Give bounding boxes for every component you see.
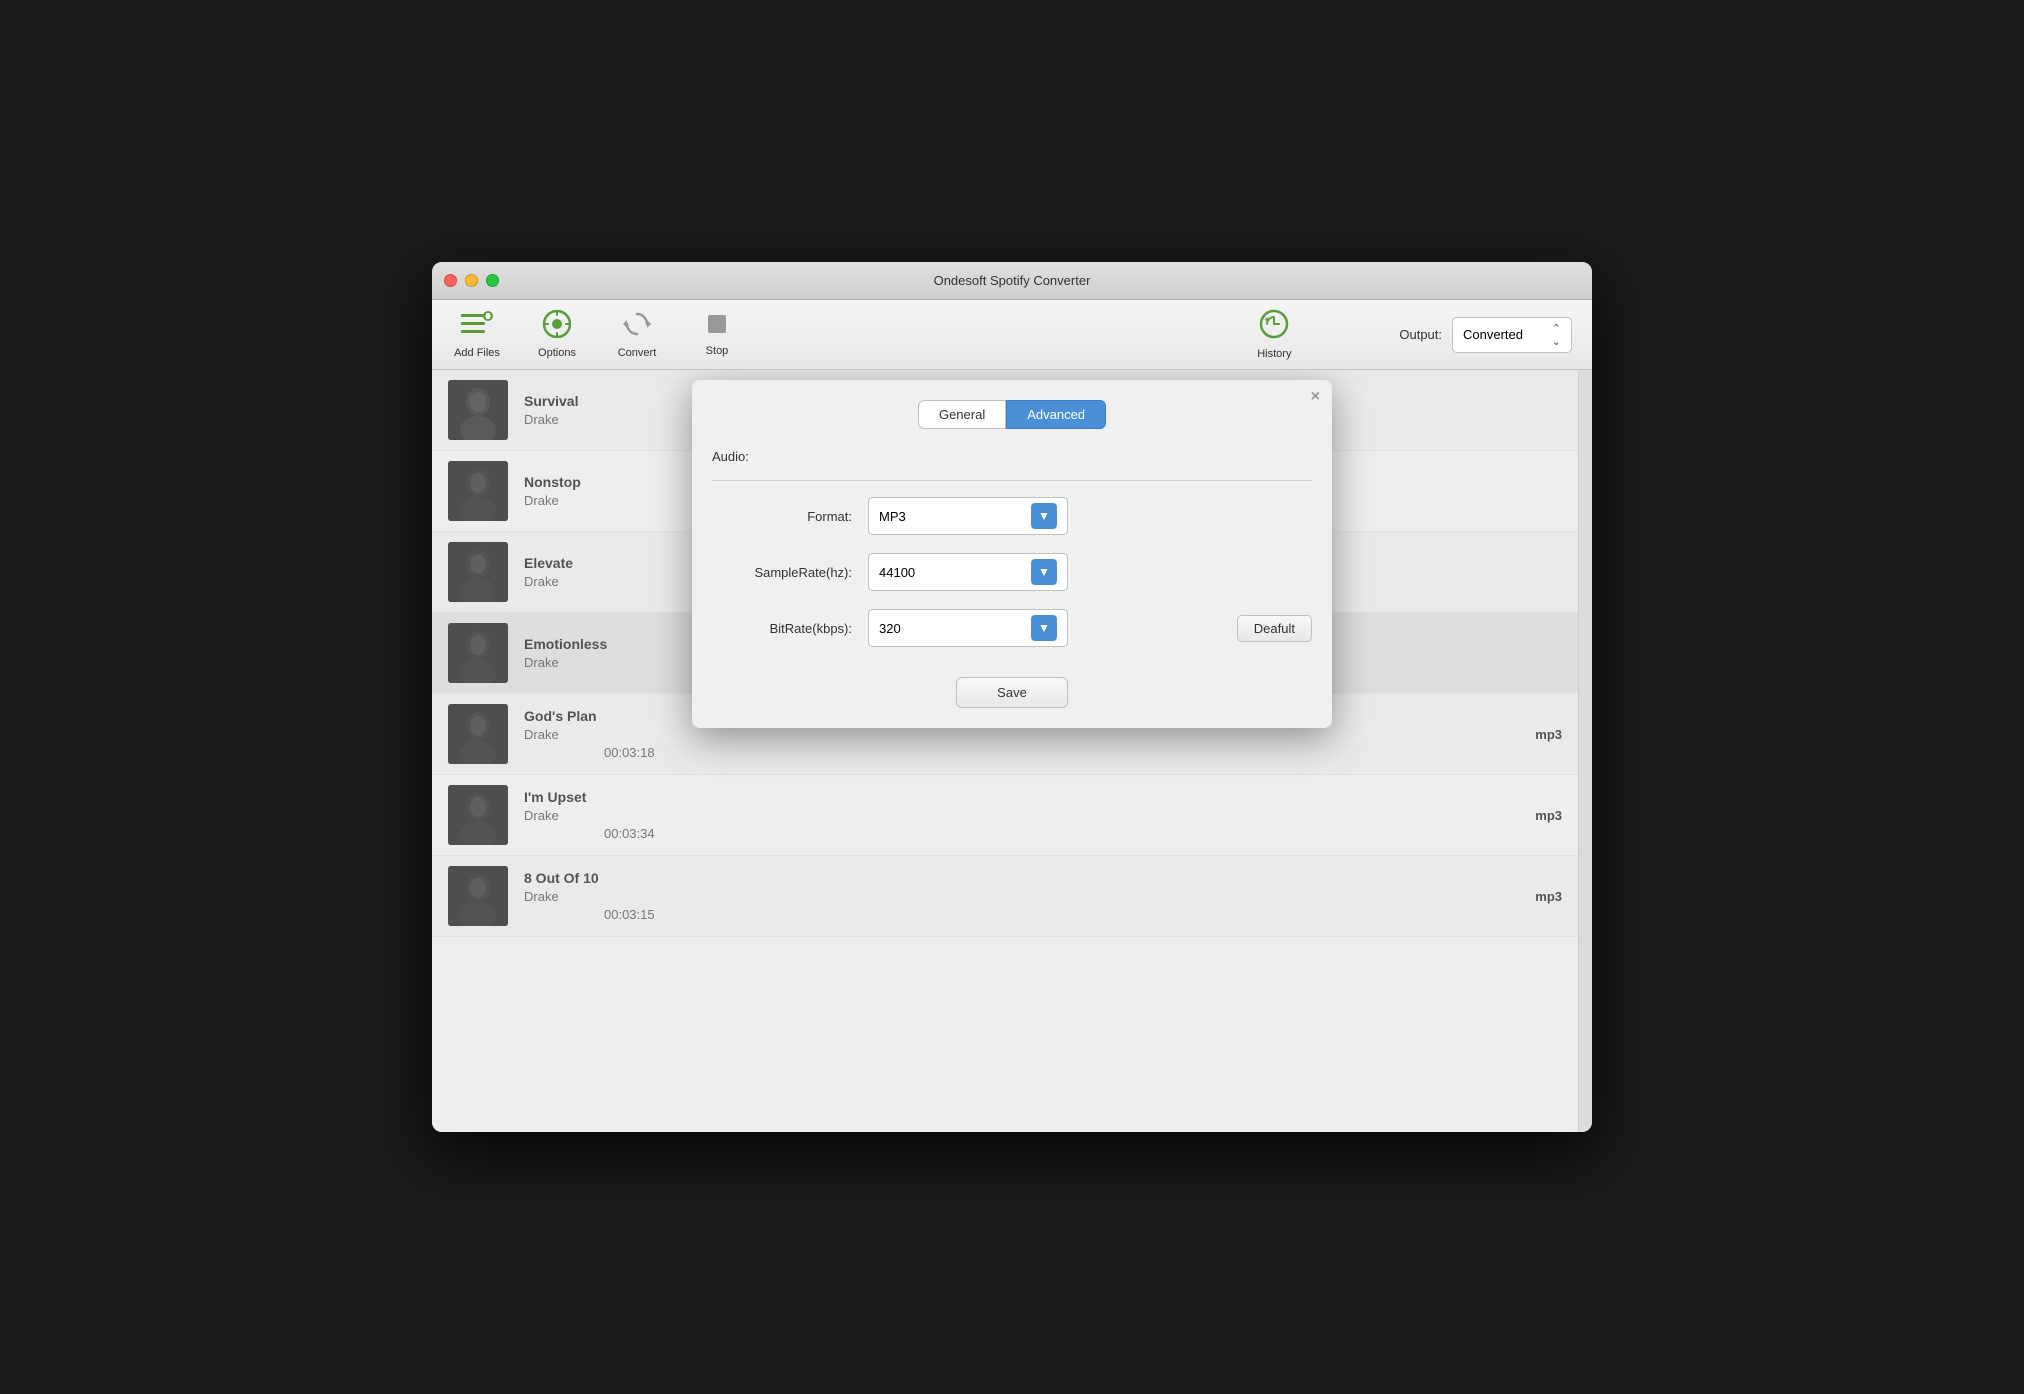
modal-close-button[interactable]: × xyxy=(1311,388,1320,406)
traffic-lights xyxy=(444,274,499,287)
output-select[interactable]: Converted ⌃⌄ xyxy=(1452,317,1572,353)
format-label: Format: xyxy=(712,509,852,524)
add-files-button[interactable]: Add Files xyxy=(452,310,502,359)
bitrate-arrow-icon: ▼ xyxy=(1031,615,1057,641)
bitrate-row: BitRate(kbps): 320 ▼ Deafult xyxy=(712,609,1312,647)
options-label: Options xyxy=(538,347,576,359)
main-window: Ondesoft Spotify Converter Add Files xyxy=(432,262,1592,1132)
tab-general[interactable]: General xyxy=(918,400,1006,429)
format-value: MP3 xyxy=(879,509,906,524)
tab-advanced[interactable]: Advanced xyxy=(1006,400,1106,429)
samplerate-value: 44100 xyxy=(879,565,915,580)
output-value: Converted xyxy=(1463,327,1523,342)
add-files-label: Add Files xyxy=(454,347,500,359)
modal-overlay: × General Advanced Audio: Format: MP3 ▼ xyxy=(432,370,1592,1132)
history-label: History xyxy=(1257,348,1291,360)
convert-label: Convert xyxy=(618,347,657,359)
minimize-button[interactable] xyxy=(465,274,478,287)
convert-button[interactable]: Convert xyxy=(612,310,662,359)
bitrate-value: 320 xyxy=(879,621,901,636)
add-files-icon xyxy=(461,310,493,343)
format-select[interactable]: MP3 ▼ xyxy=(868,497,1068,535)
history-button[interactable]: History xyxy=(1249,309,1299,360)
output-label: Output: xyxy=(1399,327,1442,342)
titlebar: Ondesoft Spotify Converter xyxy=(432,262,1592,300)
bitrate-label: BitRate(kbps): xyxy=(712,621,852,636)
options-button[interactable]: Options xyxy=(532,310,582,359)
samplerate-label: SampleRate(hz): xyxy=(712,565,852,580)
divider xyxy=(712,480,1312,481)
convert-icon xyxy=(623,310,651,343)
samplerate-arrow-icon: ▼ xyxy=(1031,559,1057,585)
close-button[interactable] xyxy=(444,274,457,287)
stop-icon xyxy=(705,312,729,341)
history-icon xyxy=(1259,309,1289,344)
options-icon xyxy=(543,310,571,343)
stop-label: Stop xyxy=(706,345,729,357)
output-area: Output: Converted ⌃⌄ xyxy=(1399,317,1572,353)
samplerate-row: SampleRate(hz): 44100 ▼ xyxy=(712,553,1312,591)
output-chevron-icon: ⌃⌄ xyxy=(1552,322,1561,348)
format-arrow-icon: ▼ xyxy=(1031,503,1057,529)
format-row: Format: MP3 ▼ xyxy=(712,497,1312,535)
maximize-button[interactable] xyxy=(486,274,499,287)
save-button[interactable]: Save xyxy=(956,677,1068,708)
stop-button[interactable]: Stop xyxy=(692,312,742,357)
samplerate-select[interactable]: 44100 ▼ xyxy=(868,553,1068,591)
modal-tabs: General Advanced xyxy=(712,400,1312,429)
default-button[interactable]: Deafult xyxy=(1237,615,1312,642)
bitrate-select[interactable]: 320 ▼ xyxy=(868,609,1068,647)
window-title: Ondesoft Spotify Converter xyxy=(934,273,1091,288)
audio-section-label: Audio: xyxy=(712,449,1312,464)
toolbar: Add Files Options xyxy=(432,300,1592,370)
modal-footer: Save xyxy=(712,677,1312,708)
settings-modal: × General Advanced Audio: Format: MP3 ▼ xyxy=(692,380,1332,728)
content-area: Survival Drake Nonstop Drake Elevate xyxy=(432,370,1592,1132)
